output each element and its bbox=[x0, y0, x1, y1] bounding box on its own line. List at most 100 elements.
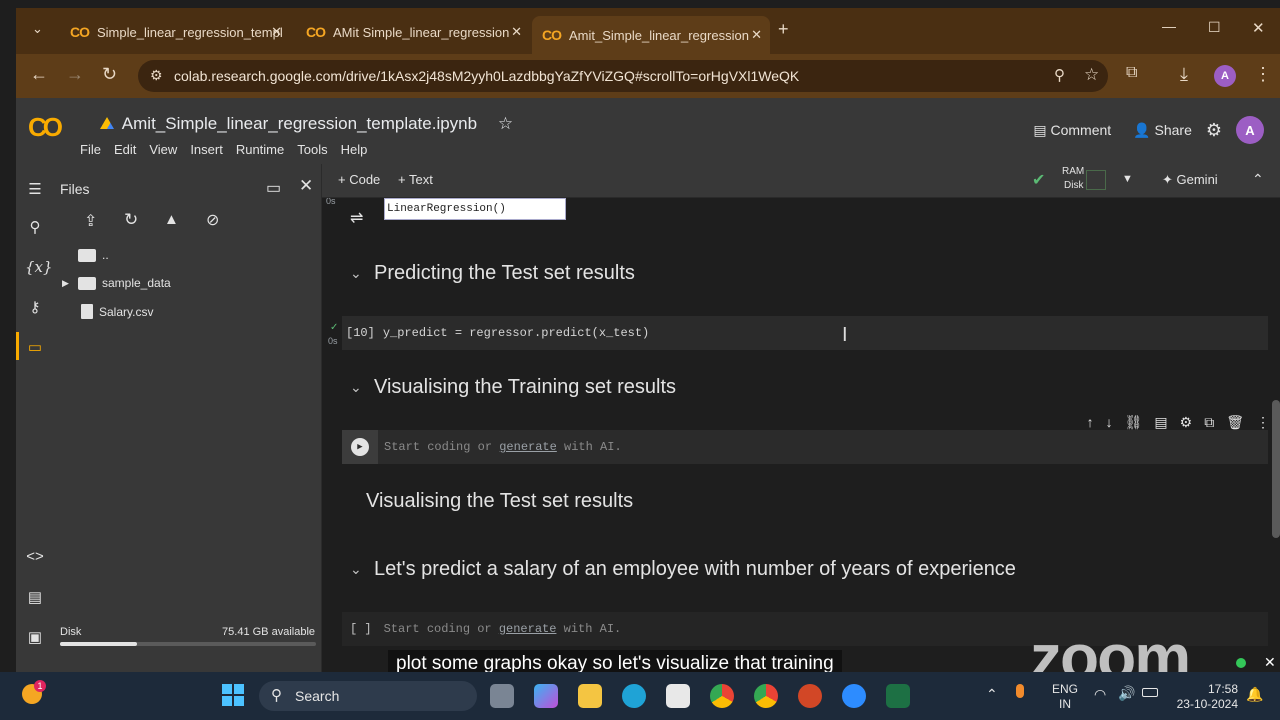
section-heading[interactable]: ⌄ Visualising the Training set results bbox=[350, 376, 676, 399]
mount-drive-icon[interactable]: ▲ bbox=[164, 211, 179, 228]
tab-2[interactable]: CO AMit Simple_linear_regression ✕ bbox=[296, 16, 530, 48]
start-button[interactable] bbox=[222, 684, 244, 706]
share-button[interactable]: 👤 Share bbox=[1133, 122, 1192, 139]
output-toggle-icon[interactable]: ⇌ bbox=[350, 208, 363, 228]
collapse-header-icon[interactable]: ⌃ bbox=[1252, 171, 1264, 188]
wifi-icon[interactable]: ◠ bbox=[1094, 686, 1106, 703]
forward-icon[interactable]: → bbox=[66, 64, 84, 85]
microphone-icon[interactable] bbox=[1016, 684, 1024, 698]
delete-cell-icon[interactable]: 🗑 bbox=[1226, 414, 1244, 431]
extensions-icon[interactable]: ⧉ bbox=[1126, 64, 1137, 82]
store-icon[interactable] bbox=[666, 684, 690, 708]
new-tab-icon[interactable]: + bbox=[778, 19, 789, 40]
language-indicator[interactable]: ENG IN bbox=[1052, 682, 1078, 712]
back-icon[interactable]: ← bbox=[30, 64, 48, 85]
reload-icon[interactable]: ↻ bbox=[102, 64, 117, 85]
new-window-icon[interactable]: ▭ bbox=[266, 178, 281, 198]
close-tab-icon[interactable]: ✕ bbox=[511, 24, 522, 40]
secrets-key-icon[interactable]: ⚷ bbox=[25, 298, 45, 316]
cell-settings-icon[interactable]: ⚙ bbox=[1180, 414, 1193, 431]
collapse-chevron-icon[interactable]: ⌄ bbox=[350, 379, 374, 396]
generate-link[interactable]: generate bbox=[499, 440, 557, 454]
tree-item-sample-data[interactable]: ▶ sample_data bbox=[62, 276, 171, 290]
comment-cell-icon[interactable]: ▤ bbox=[1154, 414, 1167, 431]
chrome-profile-avatar[interactable]: A bbox=[1214, 65, 1236, 87]
close-tab-icon[interactable]: ✕ bbox=[751, 27, 762, 43]
menu-file[interactable]: File bbox=[80, 142, 101, 157]
taskbar-search[interactable]: ⚲ Search bbox=[259, 681, 477, 711]
add-text-button[interactable]: + Text bbox=[398, 172, 433, 187]
maximize-icon[interactable]: ☐ bbox=[1208, 19, 1221, 36]
tray-overflow-icon[interactable]: ⌃ bbox=[986, 686, 998, 703]
chrome-icon[interactable] bbox=[710, 684, 734, 708]
files-folder-icon[interactable]: ▭ bbox=[25, 338, 45, 356]
generate-link[interactable]: generate bbox=[499, 622, 557, 636]
bookmark-star-icon[interactable]: ☆ bbox=[1084, 65, 1099, 85]
menu-tools[interactable]: Tools bbox=[297, 142, 327, 157]
tab-3-active[interactable]: CO Amit_Simple_linear_regression ✕ bbox=[532, 16, 770, 54]
close-tab-icon[interactable]: ✕ bbox=[271, 24, 282, 40]
battery-icon[interactable] bbox=[1142, 688, 1158, 697]
zoom-app-icon[interactable] bbox=[842, 684, 866, 708]
excel-icon[interactable] bbox=[886, 684, 910, 708]
terminal-icon[interactable]: ▣ bbox=[25, 628, 45, 646]
collapse-chevron-icon[interactable]: ⌄ bbox=[350, 265, 374, 282]
colab-logo[interactable]: CO bbox=[28, 112, 63, 143]
variables-icon[interactable]: {x} bbox=[25, 258, 53, 276]
ram-label[interactable]: RAM bbox=[1062, 166, 1084, 177]
star-icon[interactable]: ☆ bbox=[498, 114, 513, 133]
chrome-active-icon[interactable] bbox=[754, 684, 778, 708]
move-up-icon[interactable]: ↑ bbox=[1087, 414, 1094, 431]
menu-insert[interactable]: Insert bbox=[190, 142, 223, 157]
account-avatar[interactable]: A bbox=[1236, 116, 1264, 144]
text-heading[interactable]: Visualising the Test set results bbox=[366, 490, 633, 513]
chrome-menu-icon[interactable]: ⋮ bbox=[1254, 64, 1272, 85]
section-heading[interactable]: ⌄ Let's predict a salary of an employee … bbox=[350, 558, 1016, 581]
menu-edit[interactable]: Edit bbox=[114, 142, 136, 157]
downloads-icon[interactable]: ⤓ bbox=[1180, 64, 1188, 85]
close-pane-icon[interactable]: ✕ bbox=[299, 176, 313, 196]
task-view-icon[interactable] bbox=[490, 684, 514, 708]
table-of-contents-icon[interactable]: ☰ bbox=[25, 180, 45, 198]
upload-icon[interactable]: ⇪ bbox=[84, 211, 97, 231]
volume-icon[interactable]: 🔊 bbox=[1118, 685, 1135, 702]
move-down-icon[interactable]: ↓ bbox=[1106, 414, 1113, 431]
menu-view[interactable]: View bbox=[149, 142, 177, 157]
search-icon[interactable]: ⚲ bbox=[25, 218, 45, 236]
gemini-button[interactable]: ✦ Gemini bbox=[1162, 172, 1218, 188]
expand-arrow-icon[interactable]: ▶ bbox=[62, 278, 72, 289]
site-info-icon[interactable]: ⚙ bbox=[150, 67, 163, 84]
code-snippets-icon[interactable]: <> bbox=[25, 548, 45, 565]
run-cell-button[interactable]: ▶ bbox=[342, 430, 378, 464]
tree-item-salary-csv[interactable]: Salary.csv bbox=[78, 304, 153, 319]
notebook-title[interactable]: Amit_Simple_linear_regression_template.i… bbox=[100, 114, 513, 134]
edge-icon[interactable] bbox=[622, 684, 646, 708]
file-explorer-icon[interactable] bbox=[578, 684, 602, 708]
minimize-icon[interactable]: — bbox=[1162, 18, 1176, 34]
link-icon[interactable]: ⛓ bbox=[1125, 414, 1143, 431]
more-options-icon[interactable]: ⋮ bbox=[1256, 414, 1270, 431]
cell-code[interactable]: y_predict = regressor.predict(x_test) bbox=[383, 326, 649, 340]
tree-item-parent[interactable]: .. bbox=[78, 248, 109, 262]
url-input[interactable]: ⚙ colab.research.google.com/drive/1kAsx2… bbox=[138, 60, 1108, 92]
disk-label-toolbar[interactable]: Disk bbox=[1064, 180, 1083, 191]
code-cell-active[interactable]: ▶ Start coding or generate with AI. bbox=[342, 430, 1268, 464]
clock[interactable]: 17:58 23-10-2024 bbox=[1170, 682, 1238, 712]
settings-gear-icon[interactable]: ⚙ bbox=[1206, 120, 1222, 141]
add-code-button[interactable]: + Code bbox=[338, 172, 380, 187]
comment-button[interactable]: ▤ Comment bbox=[1033, 122, 1111, 139]
tab-1[interactable]: CO Simple_linear_regression_templ ✕ bbox=[60, 16, 290, 48]
hide-files-icon[interactable]: ⊘ bbox=[206, 210, 219, 230]
zoom-icon[interactable]: ⚲ bbox=[1054, 66, 1065, 84]
notifications-bell-icon[interactable]: 🔔 bbox=[1246, 686, 1263, 703]
tab-search-icon[interactable]: ⌄ bbox=[32, 21, 43, 37]
mirror-cell-icon[interactable]: ⧉ bbox=[1204, 414, 1214, 431]
refresh-icon[interactable]: ↻ bbox=[124, 210, 138, 230]
menu-help[interactable]: Help bbox=[341, 142, 368, 157]
menu-runtime[interactable]: Runtime bbox=[236, 142, 284, 157]
collapse-chevron-icon[interactable]: ⌄ bbox=[350, 561, 374, 578]
section-heading[interactable]: ⌄ Predicting the Test set results bbox=[350, 262, 635, 285]
powerpoint-icon[interactable] bbox=[798, 684, 822, 708]
runtime-dropdown-icon[interactable]: ▼ bbox=[1122, 173, 1133, 185]
close-overlay-icon[interactable]: ✕ bbox=[1264, 654, 1276, 671]
